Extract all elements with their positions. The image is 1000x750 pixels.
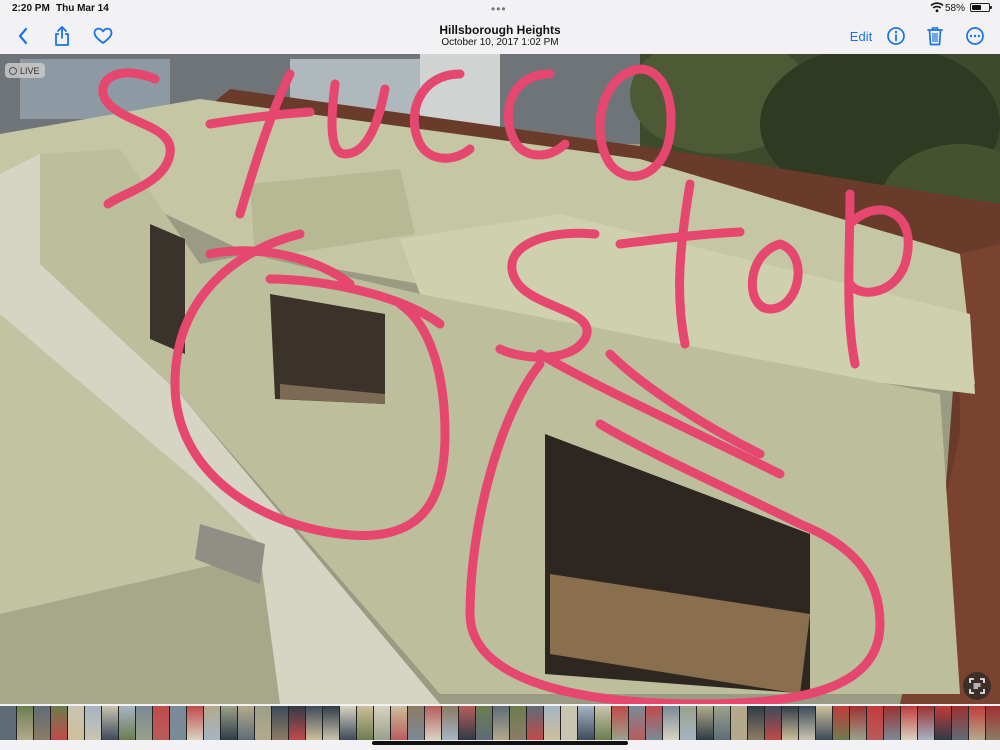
- photo-image: [0, 54, 1000, 704]
- filmstrip-thumbnail[interactable]: [51, 706, 67, 740]
- filmstrip-thumbnail[interactable]: [493, 706, 509, 740]
- filmstrip-thumbnail[interactable]: [425, 706, 441, 740]
- filmstrip-thumbnail[interactable]: [408, 706, 424, 740]
- filmstrip-thumbnail[interactable]: [646, 706, 662, 740]
- filmstrip-thumbnail[interactable]: [629, 706, 645, 740]
- favorite-button[interactable]: [91, 24, 115, 48]
- filmstrip-thumbnail[interactable]: [374, 706, 390, 740]
- filmstrip-thumbnail[interactable]: [799, 706, 815, 740]
- filmstrip-thumbnail[interactable]: [986, 706, 1000, 740]
- status-bar: 2:20 PM Thu Mar 14 ••• 58%: [0, 0, 1000, 18]
- live-label: LIVE: [20, 65, 40, 76]
- filmstrip-thumbnail[interactable]: [357, 706, 373, 740]
- filmstrip-thumbnail[interactable]: [782, 706, 798, 740]
- filmstrip-thumbnail[interactable]: [714, 706, 730, 740]
- filmstrip-thumbnail[interactable]: [136, 706, 152, 740]
- filmstrip-thumbnail[interactable]: [833, 706, 849, 740]
- filmstrip-thumbnail[interactable]: [187, 706, 203, 740]
- filmstrip-thumbnail[interactable]: [323, 706, 339, 740]
- photo-title-block: Hillsborough Heights October 10, 2017 1:…: [350, 24, 650, 49]
- filmstrip-thumbnail[interactable]: [0, 706, 16, 740]
- battery-percent: 58%: [945, 3, 966, 14]
- status-date: Thu Mar 14: [56, 3, 109, 14]
- filmstrip-thumbnail[interactable]: [153, 706, 169, 740]
- info-button[interactable]: [884, 24, 908, 48]
- filmstrip-thumbnail[interactable]: [68, 706, 84, 740]
- home-indicator[interactable]: [372, 741, 628, 745]
- share-icon: [55, 26, 69, 46]
- filmstrip-thumbnail[interactable]: [901, 706, 917, 740]
- filmstrip-thumbnail[interactable]: [442, 706, 458, 740]
- filmstrip-thumbnail[interactable]: [476, 706, 492, 740]
- status-time: 2:20 PM: [12, 3, 50, 14]
- filmstrip-thumbnail[interactable]: [510, 706, 526, 740]
- filmstrip-thumbnail[interactable]: [527, 706, 543, 740]
- filmstrip-thumbnail[interactable]: [238, 706, 254, 740]
- album-title: Hillsborough Heights: [439, 23, 561, 37]
- filmstrip-thumbnail[interactable]: [459, 706, 475, 740]
- back-button[interactable]: [12, 24, 34, 48]
- share-button[interactable]: [50, 24, 74, 48]
- photo-nav-bar: Hillsborough Heights October 10, 2017 1:…: [0, 18, 1000, 54]
- thumbnail-filmstrip[interactable]: [0, 706, 1000, 740]
- filmstrip-thumbnail[interactable]: [85, 706, 101, 740]
- live-photo-badge[interactable]: LIVE: [5, 63, 45, 78]
- filmstrip-thumbnail[interactable]: [544, 706, 560, 740]
- chevron-left-icon: [18, 27, 28, 45]
- info-icon: [887, 27, 905, 45]
- filmstrip-thumbnail[interactable]: [170, 706, 186, 740]
- live-text-button[interactable]: [963, 672, 991, 700]
- filmstrip-thumbnail[interactable]: [748, 706, 764, 740]
- edit-button[interactable]: Edit: [844, 24, 878, 48]
- filmstrip-thumbnail[interactable]: [272, 706, 288, 740]
- filmstrip-thumbnail[interactable]: [221, 706, 237, 740]
- filmstrip-thumbnail[interactable]: [867, 706, 883, 740]
- live-text-scan-icon: [969, 678, 985, 694]
- ellipsis-icon: [966, 27, 984, 45]
- delete-button[interactable]: [923, 24, 947, 48]
- wifi-icon: [930, 2, 944, 13]
- filmstrip-thumbnail[interactable]: [561, 706, 577, 740]
- filmstrip-thumbnail[interactable]: [680, 706, 696, 740]
- filmstrip-thumbnail[interactable]: [697, 706, 713, 740]
- photo-view[interactable]: LIVE: [0, 54, 1000, 704]
- filmstrip-thumbnail[interactable]: [391, 706, 407, 740]
- filmstrip-thumbnail[interactable]: [918, 706, 934, 740]
- filmstrip-thumbnail[interactable]: [204, 706, 220, 740]
- filmstrip-thumbnail[interactable]: [340, 706, 356, 740]
- filmstrip-thumbnail[interactable]: [34, 706, 50, 740]
- filmstrip-thumbnail[interactable]: [102, 706, 118, 740]
- trash-icon: [927, 27, 943, 46]
- heart-icon: [93, 27, 113, 44]
- filmstrip-thumbnail[interactable]: [289, 706, 305, 740]
- photo-timestamp: October 10, 2017 1:02 PM: [441, 37, 559, 48]
- filmstrip-thumbnail[interactable]: [952, 706, 968, 740]
- filmstrip-thumbnail[interactable]: [663, 706, 679, 740]
- battery-icon: [970, 3, 992, 12]
- filmstrip-thumbnail[interactable]: [935, 706, 951, 740]
- filmstrip-thumbnail[interactable]: [850, 706, 866, 740]
- multitasking-dots-icon[interactable]: •••: [491, 2, 507, 16]
- filmstrip-thumbnail[interactable]: [306, 706, 322, 740]
- filmstrip-thumbnail[interactable]: [595, 706, 611, 740]
- more-button[interactable]: [963, 24, 987, 48]
- filmstrip-thumbnail[interactable]: [578, 706, 594, 740]
- filmstrip-thumbnail[interactable]: [765, 706, 781, 740]
- filmstrip-thumbnail[interactable]: [816, 706, 832, 740]
- filmstrip-thumbnail[interactable]: [119, 706, 135, 740]
- filmstrip-thumbnail[interactable]: [17, 706, 33, 740]
- filmstrip-thumbnail[interactable]: [969, 706, 985, 740]
- live-photo-icon: [9, 66, 17, 75]
- filmstrip-thumbnail[interactable]: [612, 706, 628, 740]
- filmstrip-thumbnail[interactable]: [884, 706, 900, 740]
- filmstrip-thumbnail[interactable]: [255, 706, 271, 740]
- filmstrip-thumbnail[interactable]: [731, 706, 747, 740]
